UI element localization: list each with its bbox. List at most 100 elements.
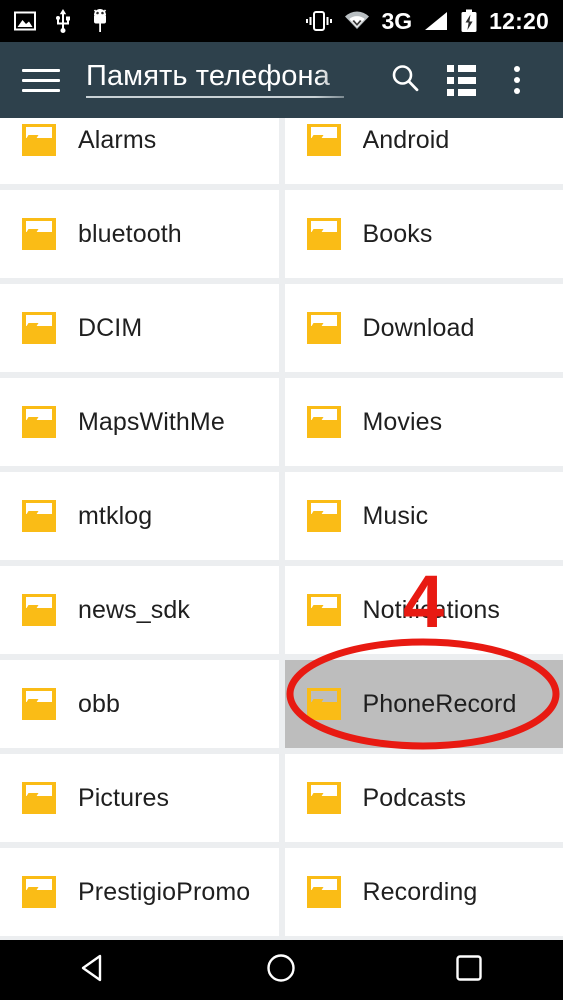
folder-icon: [306, 594, 341, 626]
list-view-square: [446, 88, 454, 96]
table-row: obb PhoneRecord: [0, 660, 563, 748]
app-bar: Память телефона: [0, 42, 563, 118]
phone-screen: 3G 12:20 Память телефона Alarms Android …: [0, 0, 563, 1000]
home-button[interactable]: [236, 940, 326, 1000]
folder-label: Recording: [362, 878, 478, 906]
table-row: Pictures Podcasts: [0, 754, 563, 842]
folder-cell-alarms[interactable]: Alarms: [0, 118, 279, 184]
folder-label: DCIM: [78, 314, 143, 342]
battery-charging-icon: [460, 9, 478, 33]
folder-grid[interactable]: Alarms Android bluetooth Books DCIM Down…: [0, 118, 563, 940]
folder-label: Podcasts: [362, 784, 467, 812]
list-view-square: [446, 64, 454, 72]
table-row: DCIM Download: [0, 284, 563, 372]
list-view-row: [446, 88, 476, 96]
folder-label: Movies: [362, 408, 443, 436]
status-bar-clock: 12:20: [489, 8, 549, 34]
folder-icon: [306, 312, 341, 344]
search-button[interactable]: [377, 52, 433, 108]
vibrate-icon: [305, 10, 333, 32]
recents-square-icon: [452, 951, 486, 990]
folder-label: PhoneRecord: [362, 690, 517, 718]
table-row: bluetooth Books: [0, 190, 563, 278]
hamburger-line: [22, 88, 60, 92]
folder-icon: [22, 876, 56, 908]
signal-bars-icon: [423, 10, 449, 32]
folder-icon: [22, 782, 56, 814]
hamburger-line: [22, 78, 60, 82]
folder-cell-phonerecord[interactable]: PhoneRecord: [284, 660, 563, 748]
list-view-square: [446, 76, 454, 84]
overflow-dot: [514, 66, 520, 72]
android-navigation-bar: [0, 940, 563, 1000]
list-view-button[interactable]: [433, 52, 489, 108]
wifi-icon: [344, 10, 370, 32]
folder-icon: [306, 500, 341, 532]
folder-label: MapsWithMe: [78, 408, 225, 436]
folder-cell-books[interactable]: Books: [284, 190, 563, 278]
page-title-underline: [86, 96, 344, 98]
list-view-bar: [457, 88, 476, 96]
folder-icon: [306, 782, 341, 814]
network-type-label: 3G: [381, 8, 413, 34]
folder-icon: [22, 594, 56, 626]
folder-icon: [306, 218, 341, 250]
table-row: Alarms Android: [0, 118, 563, 184]
page-title: Память телефона: [86, 60, 330, 92]
folder-icon: [306, 124, 341, 156]
list-view-row: [446, 64, 476, 72]
folder-cell-music[interactable]: Music: [284, 472, 563, 560]
folder-icon: [22, 500, 56, 532]
status-bar: 3G 12:20: [0, 0, 563, 42]
folder-cell-pictures[interactable]: Pictures: [0, 754, 279, 842]
folder-label: Notifications: [362, 596, 500, 624]
folder-cell-notifications[interactable]: Notifications: [284, 566, 563, 654]
folder-icon: [22, 406, 56, 438]
folder-icon: [306, 876, 341, 908]
folder-icon: [22, 688, 56, 720]
folder-cell-movies[interactable]: Movies: [284, 378, 563, 466]
overflow-menu-button[interactable]: [489, 52, 545, 108]
folder-icon: [22, 312, 56, 344]
folder-label: Alarms: [78, 126, 157, 154]
overflow-dot: [514, 77, 520, 83]
folder-cell-news-sdk[interactable]: news_sdk: [0, 566, 279, 654]
folder-icon: [22, 124, 56, 156]
folder-label: Android: [362, 126, 450, 154]
back-triangle-icon: [77, 951, 111, 990]
folder-cell-obb[interactable]: obb: [0, 660, 279, 748]
list-view-row: [446, 76, 476, 84]
folder-cell-android[interactable]: Android: [284, 118, 563, 184]
folder-cell-podcasts[interactable]: Podcasts: [284, 754, 563, 842]
folder-cell-dcim[interactable]: DCIM: [0, 284, 279, 372]
status-bar-right-icons: 3G 12:20: [305, 0, 549, 42]
app-bar-actions: [377, 52, 545, 108]
image-icon: [14, 10, 36, 32]
overflow-dot: [514, 88, 520, 94]
hamburger-menu-icon[interactable]: [22, 65, 60, 95]
list-view-icon: [446, 64, 476, 96]
list-view-bar: [457, 64, 476, 72]
folder-cell-bluetooth[interactable]: bluetooth: [0, 190, 279, 278]
folder-cell-prestigiopromo[interactable]: PrestigioPromo: [0, 848, 279, 936]
folder-cell-mtklog[interactable]: mtklog: [0, 472, 279, 560]
hamburger-line: [22, 68, 60, 72]
overflow-menu-icon: [514, 66, 520, 94]
recents-button[interactable]: [424, 940, 514, 1000]
folder-label: obb: [78, 690, 121, 718]
folder-icon: [306, 406, 341, 438]
folder-label: PrestigioPromo: [78, 878, 251, 906]
status-bar-left-icons: [14, 9, 110, 33]
search-icon: [389, 62, 421, 99]
folder-label: news_sdk: [78, 596, 190, 624]
folder-label: mtklog: [78, 502, 153, 530]
page-title-wrap: Память телефона: [86, 55, 373, 105]
android-debug-icon: [90, 9, 110, 33]
folder-cell-mapswithme[interactable]: MapsWithMe: [0, 378, 279, 466]
home-circle-icon: [264, 951, 298, 990]
back-button[interactable]: [49, 940, 139, 1000]
folder-cell-recording[interactable]: Recording: [284, 848, 563, 936]
folder-label: Music: [362, 502, 429, 530]
folder-label: Books: [362, 220, 433, 248]
folder-cell-download[interactable]: Download: [284, 284, 563, 372]
